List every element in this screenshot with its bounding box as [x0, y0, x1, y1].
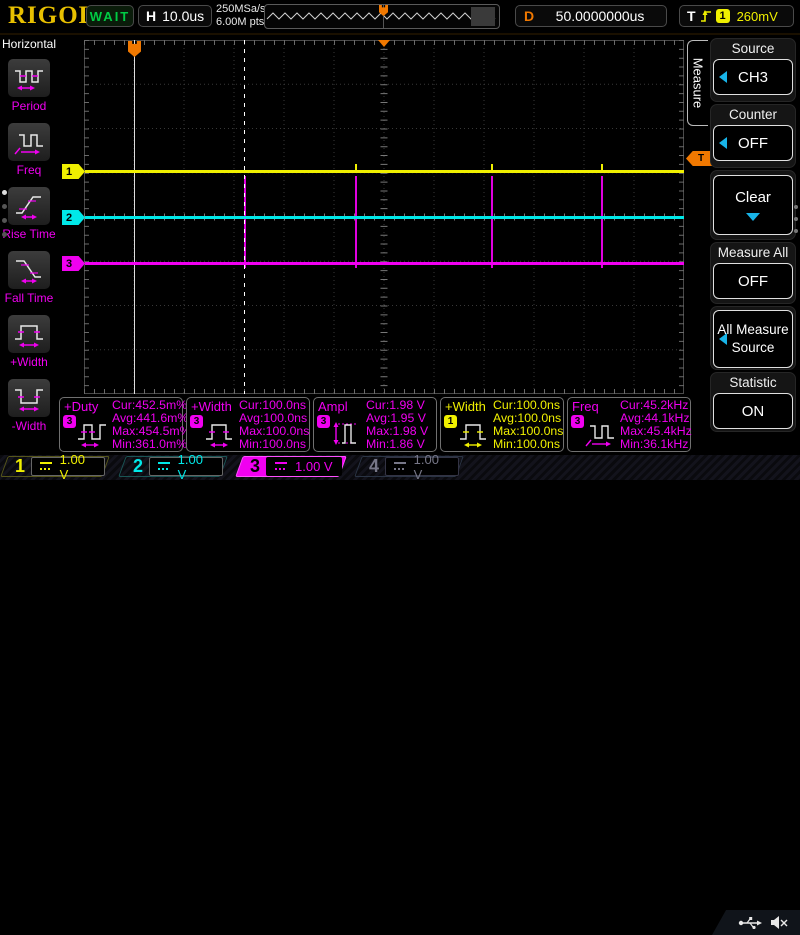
trigger-level-value: 260mV — [737, 9, 778, 24]
left-arrow-icon — [719, 333, 727, 345]
trigger-source-badge: 1 — [716, 9, 730, 23]
neg-width-icon — [13, 384, 45, 412]
amplitude-icon — [330, 417, 364, 449]
ch1-ground-marker[interactable]: 1 — [62, 164, 85, 179]
period-icon — [13, 64, 45, 92]
usb-icon — [738, 916, 762, 929]
menu-item-fall-time[interactable]: Fall Time — [0, 250, 58, 305]
menu-page-dot — [2, 218, 7, 223]
down-arrow-icon — [746, 213, 760, 221]
menu-page-dot — [794, 229, 798, 233]
measurement-ampl-ch3[interactable]: Ampl 3 Cur:1.98 V Avg:1.95 V Max:1.98 V … — [313, 397, 437, 452]
menu-page-dot — [2, 232, 7, 237]
ch1-pulse — [355, 164, 357, 170]
left-arrow-icon — [719, 137, 727, 149]
measurement-pduty-ch3[interactable]: +Duty 3 Cur:452.5m% Avg:441.6m% Max:454.… — [59, 397, 183, 452]
dc-coupling-icon — [158, 462, 170, 471]
status-text: WAIT — [90, 9, 131, 24]
menu-page-dot — [794, 217, 798, 221]
menu-item-period[interactable]: Period — [0, 58, 58, 113]
menu-item-rise-time[interactable]: Rise Time — [0, 186, 58, 241]
pos-width-icon — [457, 417, 491, 449]
delay-value: 50.0000000us — [534, 8, 666, 24]
menu-item-neg-width[interactable]: -Width — [0, 378, 58, 433]
channel-chip-1[interactable]: 1 1.00 V — [0, 456, 110, 477]
ch1-pulse — [601, 164, 603, 170]
measure-function-menu: Horizontal Period Freq Rise Time — [0, 35, 58, 455]
menu-page-dot — [2, 204, 7, 209]
menu-page-dot — [794, 205, 798, 209]
channel-chip-4[interactable]: 4 1.00 V — [354, 456, 464, 477]
menu-measure-all[interactable]: Measure All OFF — [710, 242, 796, 304]
system-status-icons — [712, 910, 800, 935]
channel-chip-3-selected[interactable]: 3 1.00 V — [235, 456, 347, 477]
speaker-muted-icon — [770, 915, 788, 930]
horizontal-scale-chip: H 10.0us — [138, 5, 212, 27]
memory-waveform-thumbnail — [264, 4, 500, 29]
ch1-pulse — [491, 164, 493, 170]
horizontal-label: H — [146, 8, 156, 24]
measurement-pwidth-ch1[interactable]: +Width 1 Cur:100.0ns Avg:100.0ns Max:100… — [440, 397, 564, 452]
trigger-center-marker — [378, 40, 390, 47]
measure-menu-tab[interactable]: Measure — [687, 40, 708, 126]
acquisition-status-badge: WAIT — [86, 5, 134, 27]
dc-coupling-icon — [40, 462, 52, 471]
timebase-value: 10.0us — [162, 8, 204, 24]
ch3-pulse — [601, 176, 603, 268]
ch3-pulse — [491, 176, 493, 268]
rising-edge-icon — [700, 9, 712, 23]
menu-source[interactable]: Source CH3 — [710, 38, 796, 102]
trigger-level-marker[interactable]: T — [686, 151, 712, 166]
ch1-trace — [85, 170, 684, 173]
rigol-logo: RIGOL — [8, 2, 96, 30]
ch3-trace — [85, 262, 684, 265]
ch2-trace — [85, 216, 684, 219]
menu-clear[interactable]: Clear — [710, 170, 796, 240]
channel-status-bar: 1 1.00 V 2 1.00 V 3 1.00 V 4 1.00 V — [0, 455, 800, 480]
menu-item-pos-width[interactable]: +Width — [0, 314, 58, 369]
rise-time-icon — [13, 192, 45, 220]
measurement-freq-ch3[interactable]: Freq 3 Cur:45.2kHz Avg:44.1kHz Max:45.4k… — [567, 397, 691, 452]
menu-statistic[interactable]: Statistic ON — [710, 372, 796, 432]
acquisition-info: 250MSa/s 6.00M pts — [216, 3, 266, 29]
menu-page-dot — [2, 190, 7, 195]
display-window-indicator — [471, 7, 495, 26]
menu-item-freq[interactable]: Freq — [0, 122, 58, 177]
menu-all-measure-source[interactable]: All Measure Source — [710, 306, 796, 370]
pos-width-icon — [13, 320, 45, 348]
freq-icon — [13, 128, 45, 156]
menu-counter[interactable]: Counter OFF — [710, 104, 796, 168]
dc-coupling-icon — [275, 462, 287, 471]
delay-label: D — [524, 8, 534, 24]
dc-coupling-icon — [394, 462, 406, 471]
ch2-ground-marker[interactable]: 2 — [62, 210, 85, 225]
delay-chip: D 50.0000000us — [515, 5, 667, 27]
memory-depth: 6.00M pts — [216, 16, 266, 29]
freq-icon — [584, 417, 618, 449]
measurement-pwidth-ch3[interactable]: +Width 3 Cur:100.0ns Avg:100.0ns Max:100… — [186, 397, 310, 452]
fall-time-icon — [13, 256, 45, 284]
function-menu-title: Horizontal — [0, 37, 58, 51]
ch3-ground-marker[interactable]: 3 — [62, 256, 85, 271]
channel-chip-2[interactable]: 2 1.00 V — [118, 456, 228, 477]
ch3-pulse — [355, 176, 357, 268]
trigger-chip: T 1 260mV — [679, 5, 794, 27]
top-status-bar: RIGOL WAIT H 10.0us 250MSa/s 6.00M pts D… — [0, 0, 800, 35]
trigger-label: T — [687, 8, 696, 24]
sample-rate: 250MSa/s — [216, 3, 266, 16]
pos-width-icon — [203, 417, 237, 449]
pos-duty-icon — [76, 417, 110, 449]
left-arrow-icon — [719, 71, 727, 83]
